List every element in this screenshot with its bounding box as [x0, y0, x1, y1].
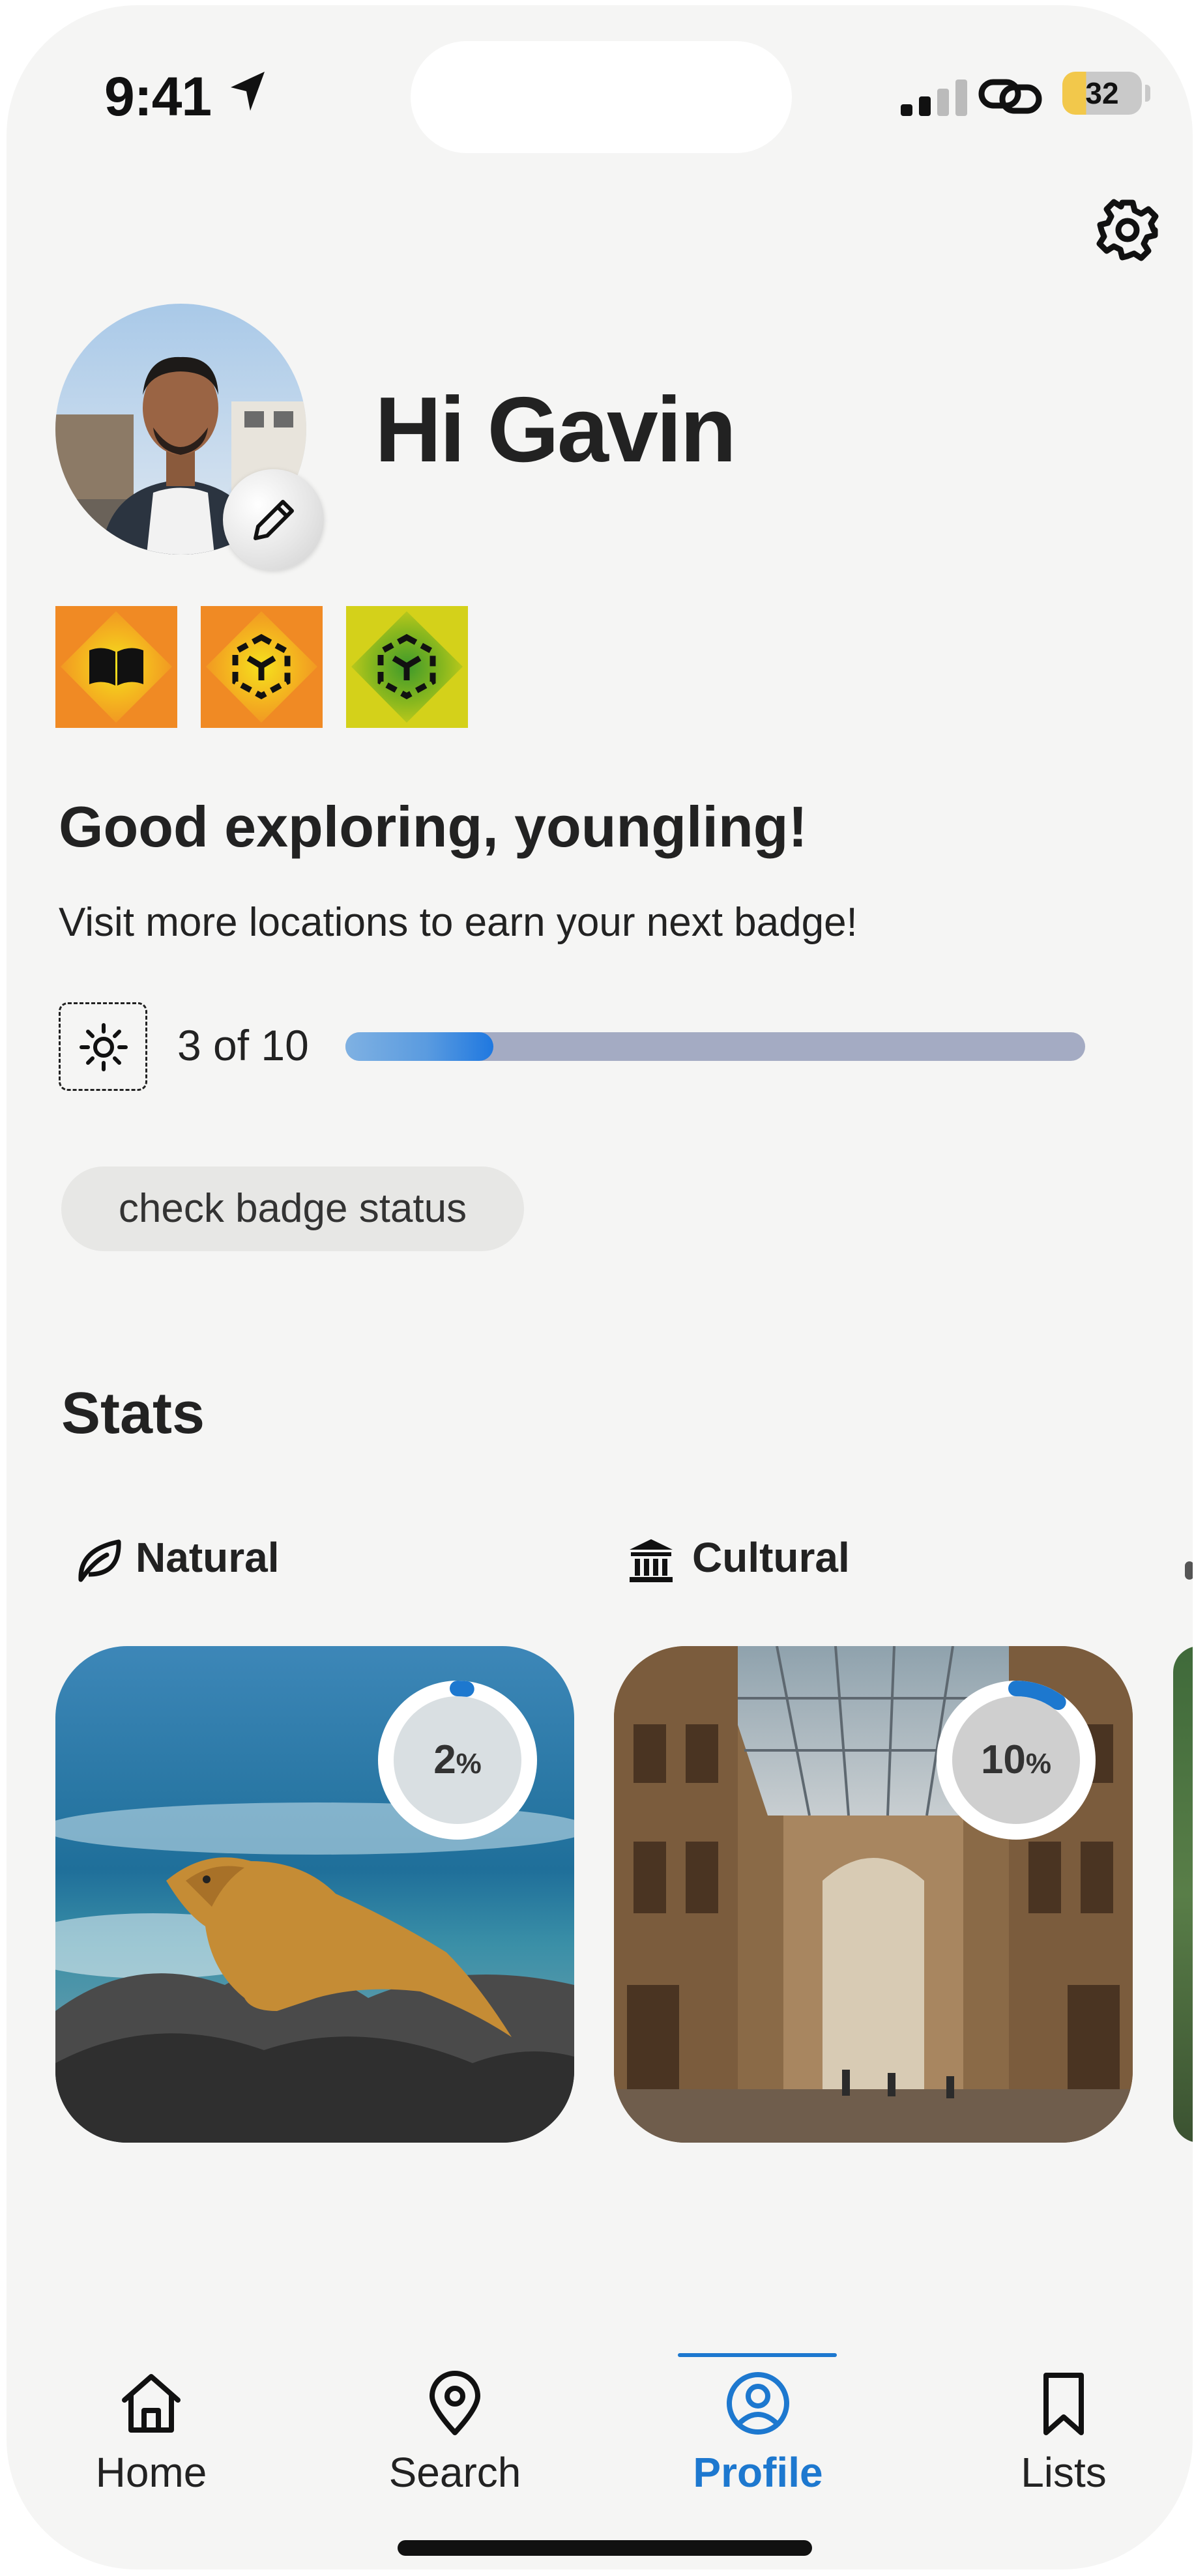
tab-lists-label: Lists	[1021, 2449, 1107, 2496]
battery-percent: 32	[1085, 76, 1119, 110]
home-icon	[122, 2374, 181, 2433]
badge-progress-bar	[345, 1032, 1085, 1061]
gear-icon[interactable]	[1092, 194, 1163, 266]
progress-label: 3 of 10	[177, 1021, 309, 1069]
cultural-progress-ring: 10%	[928, 1672, 1104, 1848]
tab-search-label: Search	[388, 2449, 521, 2496]
tab-profile-label: Profile	[693, 2449, 823, 2496]
tab-lists[interactable]: Lists	[966, 2367, 1161, 2511]
next-category-peek	[1185, 1561, 1193, 1580]
tab-profile[interactable]: Profile	[660, 2367, 856, 2511]
cultural-percent-unit: %	[1025, 1748, 1052, 1780]
greeting: Hi Gavin	[375, 378, 736, 482]
tab-home-label: Home	[95, 2449, 207, 2496]
natural-percent-value: 2	[433, 1737, 456, 1782]
badge-cube-orange[interactable]	[201, 606, 323, 728]
phone-screen: 9:41 32 Hi Gavin Good exploring, youngli…	[7, 5, 1193, 2569]
location-arrow-icon	[231, 72, 265, 111]
natural-progress-ring: 2%	[370, 1672, 546, 1848]
badge-book[interactable]	[55, 606, 177, 728]
next-badge-placeholder	[59, 1002, 147, 1091]
cellular-signal-icon	[901, 80, 967, 116]
tab-home[interactable]: Home	[53, 2367, 249, 2511]
active-tab-indicator	[678, 2353, 837, 2357]
cultural-percent: 10%	[928, 1672, 1104, 1848]
status-time: 9:41	[104, 66, 212, 127]
badge-cube-yellow[interactable]	[346, 606, 468, 728]
battery-icon: 32	[1062, 72, 1142, 115]
achievement-headline: Good exploring, youngling!	[59, 794, 808, 859]
natural-percent-unit: %	[456, 1748, 482, 1780]
stats-card-cultural[interactable]: 10%	[614, 1646, 1133, 2143]
tab-search[interactable]: Search	[357, 2367, 553, 2511]
stats-card-natural[interactable]: 2%	[55, 1646, 574, 2143]
dynamic-island	[411, 41, 792, 153]
map-pin-icon	[430, 2371, 480, 2435]
check-badge-status-button[interactable]: check badge status	[61, 1166, 524, 1251]
natural-percent: 2%	[370, 1672, 546, 1848]
home-indicator[interactable]	[398, 2540, 812, 2556]
category-label-cultural: Cultural	[692, 1534, 850, 1581]
stats-card-next[interactable]	[1173, 1646, 1193, 2143]
stats-title: Stats	[61, 1381, 205, 1446]
sun-icon	[80, 1023, 128, 1071]
achievement-subtext: Visit more locations to earn your next b…	[59, 900, 858, 945]
badge-progress-fill	[345, 1032, 493, 1061]
museum-icon	[630, 1539, 673, 1582]
cultural-percent-value: 10	[980, 1737, 1026, 1782]
battery-tip	[1145, 85, 1150, 102]
edit-avatar-button[interactable]	[223, 469, 324, 570]
profile-icon	[727, 2372, 789, 2435]
leaf-icon	[78, 1539, 121, 1582]
category-label-natural: Natural	[136, 1534, 280, 1581]
pencil-icon	[254, 500, 294, 540]
link-icon	[978, 79, 1042, 114]
bookmark-icon	[1043, 2373, 1084, 2435]
